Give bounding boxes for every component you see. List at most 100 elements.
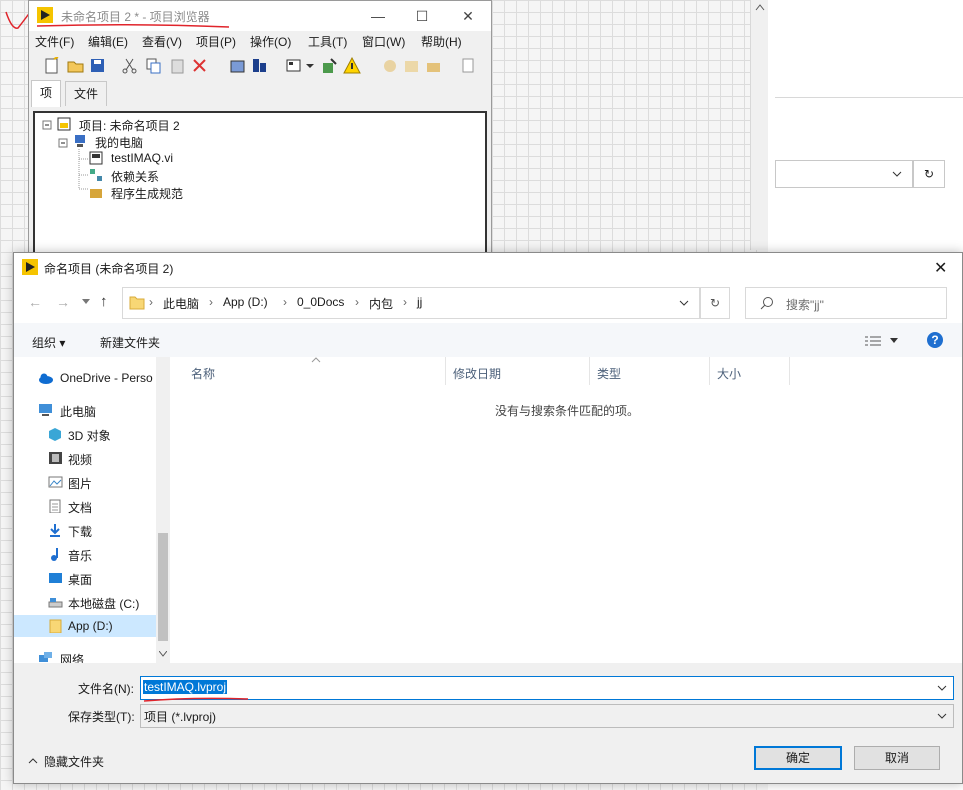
- nav-documents[interactable]: 文档: [14, 495, 156, 517]
- column-divider[interactable]: [709, 357, 710, 385]
- cube-icon: [49, 428, 61, 441]
- breadcrumb-neibao[interactable]: 内包: [369, 295, 393, 312]
- filetype-select[interactable]: 项目 (*.lvproj): [140, 704, 954, 728]
- nav-desktop[interactable]: 桌面: [14, 567, 156, 589]
- warning-icon[interactable]: [343, 57, 361, 75]
- chevron-up-icon[interactable]: [28, 757, 38, 765]
- dialog-close-button[interactable]: ✕: [934, 258, 947, 278]
- menu-bar: 文件(F) 编辑(E) 查看(V) 项目(P) 操作(O) 工具(T) 窗口(W…: [29, 31, 491, 51]
- nav-scrollbar[interactable]: [156, 357, 170, 663]
- video-icon: [49, 452, 62, 464]
- new-icon[interactable]: [43, 57, 61, 75]
- nav-app-d[interactable]: App (D:): [14, 615, 156, 637]
- menu-operate[interactable]: 操作(O): [250, 33, 291, 50]
- delete-icon[interactable]: [191, 57, 209, 75]
- ok-button[interactable]: 确定: [754, 746, 842, 770]
- tab-items[interactable]: 项: [31, 80, 61, 107]
- breadcrumb-this-pc[interactable]: 此电脑: [163, 295, 199, 312]
- paste-icon[interactable]: [169, 57, 187, 75]
- chevron-down-icon: [892, 171, 902, 177]
- menu-project[interactable]: 项目(P): [196, 33, 236, 50]
- vi-icon: [89, 151, 103, 165]
- organize-button[interactable]: 组织 ▾: [32, 334, 65, 351]
- properties-icon[interactable]: [321, 57, 339, 75]
- column-size[interactable]: 大小: [717, 365, 741, 391]
- breadcrumb-drive[interactable]: App (D:): [223, 295, 268, 309]
- breadcrumb-jj[interactable]: jj: [417, 295, 422, 309]
- close-button[interactable]: ✕: [453, 5, 483, 27]
- search-placeholder: 搜索"jj": [786, 298, 824, 312]
- column-divider[interactable]: [589, 357, 590, 385]
- search-box[interactable]: 搜索"jj": [745, 287, 947, 319]
- deploy-icon[interactable]: [251, 57, 269, 75]
- filename-label: 文件名(N):: [78, 682, 134, 696]
- pack-icon: [405, 61, 418, 72]
- scroll-down-icon[interactable]: [159, 651, 167, 657]
- column-modified[interactable]: 修改日期: [453, 365, 501, 391]
- column-type[interactable]: 类型: [597, 365, 621, 391]
- search-icon: [462, 58, 474, 73]
- computer-icon: [39, 404, 52, 416]
- diagram-scrollbar[interactable]: [750, 0, 769, 250]
- breadcrumb-docs[interactable]: 0_0Docs: [297, 295, 344, 309]
- view-dropdown-icon[interactable]: [305, 57, 315, 75]
- nav-3d-objects[interactable]: 3D 对象: [14, 423, 156, 445]
- nav-network[interactable]: 网络: [14, 647, 156, 663]
- background-refresh-button: ↻: [913, 160, 945, 188]
- tree-build-specs[interactable]: 程序生成规范: [111, 185, 183, 202]
- recent-dropdown-icon[interactable]: [82, 299, 90, 305]
- help-button[interactable]: ?: [927, 332, 943, 348]
- menu-window[interactable]: 窗口(W): [362, 33, 405, 50]
- up-icon[interactable]: ↑: [100, 293, 108, 310]
- maximize-button[interactable]: ☐: [407, 5, 437, 27]
- filename-input[interactable]: testIMAQ.lvproj: [140, 676, 954, 700]
- annotation-underline: [36, 23, 230, 28]
- music-icon: [51, 548, 58, 561]
- tree-vi[interactable]: testIMAQ.vi: [111, 151, 173, 165]
- nav-pictures[interactable]: 图片: [14, 471, 156, 493]
- chevron-down-icon[interactable]: [679, 300, 689, 307]
- menu-tools[interactable]: 工具(T): [308, 33, 347, 50]
- save-dialog: 命名项目 (未命名项目 2) ✕ ← → ↑ › 此电脑 › App (D:) …: [13, 252, 963, 784]
- cut-icon[interactable]: [121, 57, 139, 75]
- column-divider[interactable]: [789, 357, 790, 385]
- new-folder-button[interactable]: 新建文件夹: [100, 334, 160, 351]
- forward-icon[interactable]: →: [56, 294, 70, 310]
- cancel-button[interactable]: 取消: [854, 746, 940, 770]
- tree-my-computer[interactable]: 我的电脑: [95, 134, 143, 151]
- menu-view[interactable]: 查看(V): [142, 33, 182, 50]
- back-icon[interactable]: ←: [28, 294, 42, 310]
- menu-file[interactable]: 文件(F): [35, 33, 74, 50]
- file-list: 名称 修改日期 类型 大小 没有与搜索条件匹配的项。: [171, 357, 962, 663]
- view-options-icon[interactable]: [864, 335, 882, 347]
- build-spec-icon: [89, 185, 103, 199]
- refresh-button[interactable]: ↻: [700, 287, 730, 319]
- tab-files[interactable]: 文件: [65, 81, 107, 106]
- build-icon[interactable]: [229, 57, 247, 75]
- tree-project-root[interactable]: 项目: 未命名项目 2: [79, 117, 180, 134]
- open-icon[interactable]: [67, 57, 85, 75]
- nav-downloads[interactable]: 下载: [14, 519, 156, 541]
- view-icon[interactable]: [285, 57, 303, 75]
- menu-help[interactable]: 帮助(H): [421, 33, 462, 50]
- nav-local-disk-c[interactable]: 本地磁盘 (C:): [14, 591, 156, 613]
- nav-music[interactable]: 音乐: [14, 543, 156, 565]
- nav-this-pc[interactable]: 此电脑: [14, 399, 156, 421]
- column-name[interactable]: 名称: [191, 365, 215, 391]
- view-dropdown-icon[interactable]: [890, 338, 898, 344]
- nav-onedrive[interactable]: OneDrive - Perso: [14, 367, 156, 389]
- scroll-up-icon[interactable]: [755, 3, 765, 11]
- copy-icon[interactable]: [145, 57, 163, 75]
- filetype-value: 项目 (*.lvproj): [144, 710, 217, 724]
- nav-videos[interactable]: 视频: [14, 447, 156, 469]
- chevron-down-icon[interactable]: [937, 685, 947, 692]
- tree-dependencies[interactable]: 依赖关系: [111, 168, 159, 185]
- column-divider[interactable]: [445, 357, 446, 385]
- nav-scrollbar-thumb[interactable]: [158, 533, 168, 641]
- chevron-down-icon: [937, 713, 947, 719]
- save-all-icon[interactable]: [89, 57, 107, 75]
- breadcrumb[interactable]: › 此电脑 › App (D:) › 0_0Docs › 内包 › jj: [122, 287, 700, 319]
- menu-edit[interactable]: 编辑(E): [88, 33, 128, 50]
- hide-folders-button[interactable]: 隐藏文件夹: [44, 753, 104, 770]
- minimize-button[interactable]: —: [363, 5, 393, 27]
